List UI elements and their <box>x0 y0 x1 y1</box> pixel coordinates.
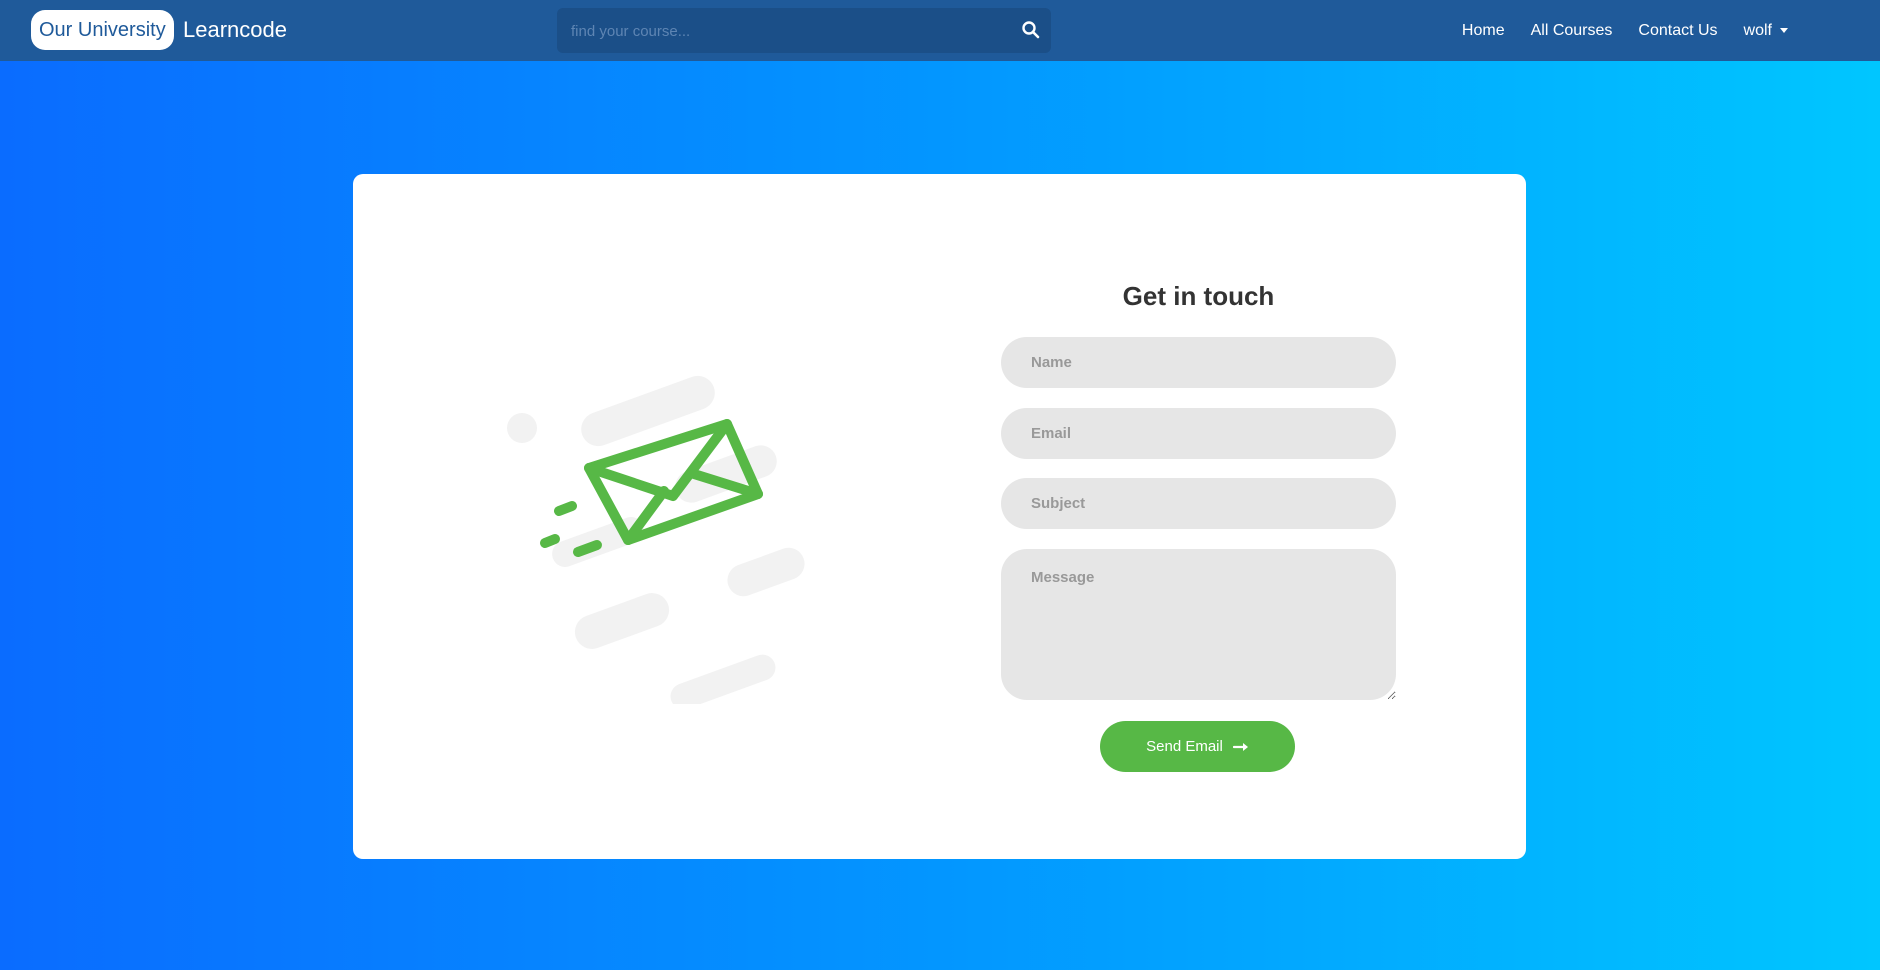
caret-down-icon <box>1780 28 1788 33</box>
nav-link-all-courses[interactable]: All Courses <box>1531 22 1613 40</box>
send-email-button[interactable]: Send Email <box>1100 721 1295 772</box>
arrow-right-icon <box>1232 742 1248 751</box>
envelope-icon <box>584 419 763 545</box>
nav-link-contact-us[interactable]: Contact Us <box>1638 22 1717 40</box>
form-title: Get in touch <box>1122 280 1275 311</box>
search-input[interactable] <box>569 8 1013 55</box>
search-bar <box>557 8 1051 55</box>
message-textarea[interactable] <box>1001 549 1396 700</box>
envelope-illustration <box>507 375 805 704</box>
nav-links: Home All Courses Contact Us wolf <box>1436 0 1788 61</box>
nav-link-home[interactable]: Home <box>1462 22 1505 40</box>
top-navbar: Our University Learncode Home All Course… <box>0 0 1880 61</box>
send-email-label: Send Email <box>1146 738 1223 755</box>
user-menu-dropdown[interactable]: wolf <box>1744 22 1788 40</box>
brand-logo-pill[interactable]: Our University <box>31 10 174 50</box>
subject-field[interactable] <box>1001 478 1396 529</box>
email-field[interactable] <box>1001 408 1396 459</box>
contact-card: Get in touch Send Email <box>353 174 1526 859</box>
search-icon[interactable] <box>1021 20 1041 40</box>
user-menu-label: wolf <box>1743 21 1772 39</box>
brand-name[interactable]: Learncode <box>183 10 287 50</box>
name-field[interactable] <box>1001 337 1396 388</box>
